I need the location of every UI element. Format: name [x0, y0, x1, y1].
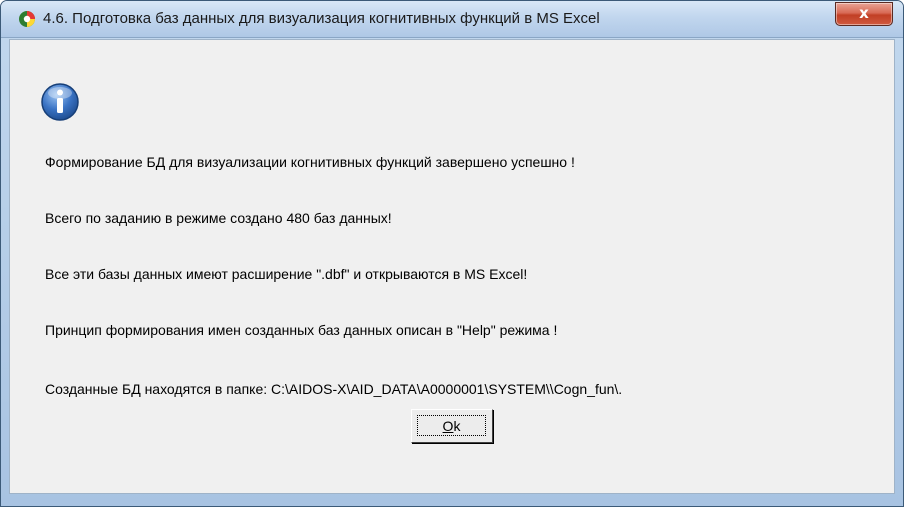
ok-button[interactable]: Ok — [411, 409, 493, 443]
aidos-swirl-icon — [19, 11, 35, 27]
message-line-4: Принцип формирования имен созданных баз … — [45, 322, 558, 338]
window-title: 4.6. Подготовка баз данных для визуализа… — [43, 10, 600, 27]
message-line-1: Формирование БД для визуализации когнити… — [45, 154, 575, 170]
info-icon — [41, 83, 79, 121]
ok-mnemonic: O — [442, 417, 454, 434]
message-line-2: Всего по заданию в режиме создано 480 ба… — [45, 210, 392, 226]
message-line-3: Все эти базы данных имеют расширение ".d… — [45, 266, 528, 282]
title-bar[interactable]: 4.6. Подготовка баз данных для визуализа… — [1, 1, 903, 38]
ok-button-focus-rect: Ok — [417, 415, 486, 436]
message-line-5: Созданные БД находятся в папке: C:\AIDOS… — [45, 381, 623, 397]
close-button[interactable]: x — [835, 2, 893, 26]
close-icon: x — [859, 4, 869, 22]
ok-label-rest: k — [453, 417, 461, 434]
dialog-window: 4.6. Подготовка баз данных для визуализа… — [0, 0, 904, 507]
